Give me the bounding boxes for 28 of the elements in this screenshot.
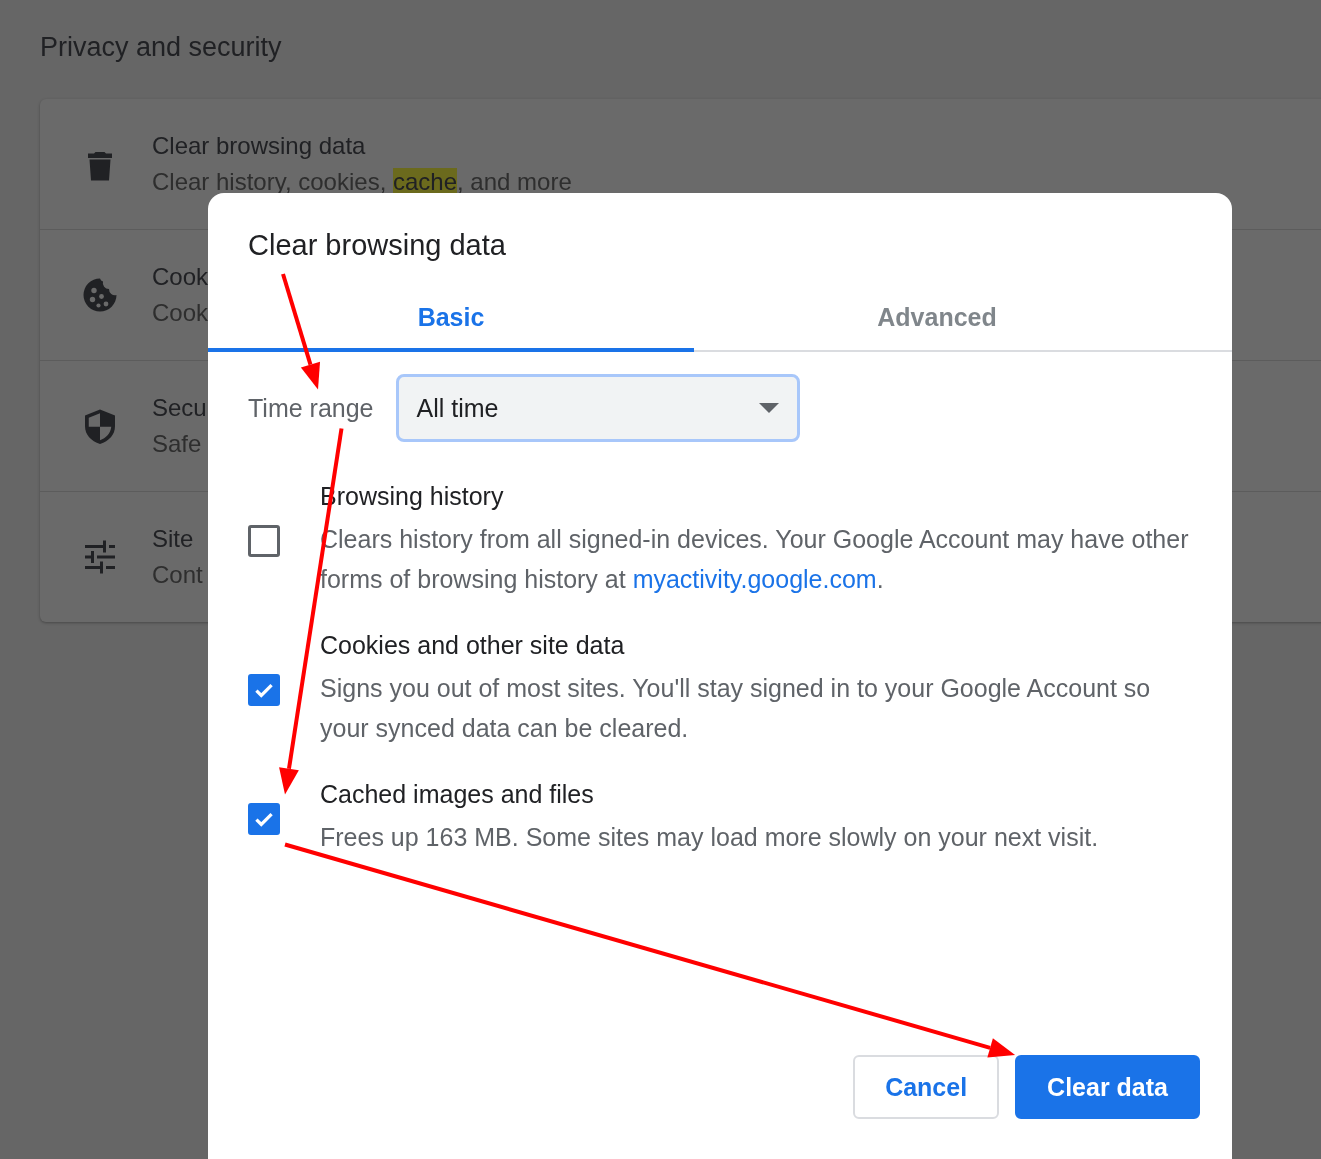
row-subtitle: Clear history, cookies, cache, and more <box>152 168 572 196</box>
option-description: Signs you out of most sites. You'll stay signed in to your Google Account so your synced data can be cleared. <box>320 673 1152 744</box>
section-title: Privacy and security <box>40 32 282 63</box>
checkbox[interactable] <box>248 673 280 706</box>
row-subtitle: Safe <box>152 430 203 458</box>
shield-icon <box>82 408 118 444</box>
option-title: Cookies and other site data <box>320 631 626 660</box>
row-title: Site <box>152 525 195 553</box>
row-subtitle: Cont <box>152 561 203 589</box>
time-range-label: Time range <box>248 393 374 423</box>
time-range-dropdown[interactable]: All time <box>395 374 800 442</box>
row-title: Cook <box>152 263 209 291</box>
dialog-title: Clear browsing data <box>248 229 506 262</box>
checkbox[interactable] <box>248 802 280 835</box>
clear-data-button[interactable]: Clear data <box>1015 1055 1200 1119</box>
sliders-icon <box>82 539 118 575</box>
row-title: Secu <box>152 394 207 422</box>
caret-icon <box>758 403 779 413</box>
cookie-icon <box>82 277 118 313</box>
tab[interactable]: Advanced <box>694 286 1180 352</box>
row-subtitle: Cook <box>152 299 209 327</box>
option-description: Frees up 163 MB. Some sites may load more slowly on your next visit. <box>320 822 1099 853</box>
option-title: Cached images and files <box>320 780 595 809</box>
checkbox[interactable] <box>248 524 280 557</box>
link[interactable]: myactivity.google.com <box>632 565 877 593</box>
row-title: Clear browsing data <box>152 132 367 160</box>
cancel-button[interactable]: Cancel <box>853 1055 1000 1119</box>
tab[interactable]: Basic <box>208 286 694 352</box>
